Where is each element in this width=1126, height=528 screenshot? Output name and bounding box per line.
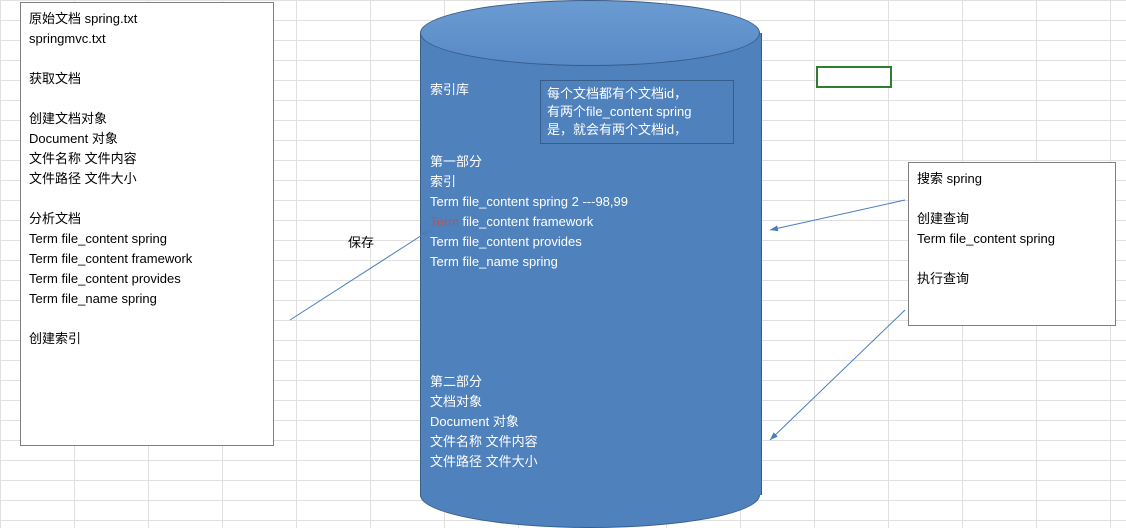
text-line: 有两个file_content spring xyxy=(547,103,727,121)
text-line: 文件名称 文件内容 xyxy=(430,432,750,452)
text-line: 分析文档 xyxy=(29,209,265,229)
cylinder-top xyxy=(420,0,760,66)
text-line: Document 对象 xyxy=(29,129,265,149)
text-line: Term file_content spring xyxy=(917,229,1107,249)
cylinder-callout-box: 每个文档都有个文档id， 有两个file_content spring 是，就会… xyxy=(540,80,734,144)
left-process-box: 原始文档 spring.txt springmvc.txt 获取文档 创建文档对… xyxy=(20,2,274,446)
term-highlight: Term xyxy=(430,214,459,229)
text-line: 第一部分 xyxy=(430,152,750,172)
text-line: 文档对象 xyxy=(430,392,750,412)
text-line: Term file_name spring xyxy=(29,289,265,309)
text-line: 获取文档 xyxy=(29,69,265,89)
save-label: 保存 xyxy=(348,232,374,251)
cylinder-content: 索引库 每个文档都有个文档id， 有两个file_content spring … xyxy=(430,80,750,472)
index-store-cylinder: 索引库 每个文档都有个文档id， 有两个file_content spring … xyxy=(420,0,760,528)
text-line: Term file_content spring 2 ---98,99 xyxy=(430,192,750,212)
text-line: 每个文档都有个文档id， xyxy=(547,85,727,103)
text-line: 创建文档对象 xyxy=(29,109,265,129)
text-line: Term file_content framework xyxy=(29,249,265,269)
text-line: Term file_content provides xyxy=(430,232,750,252)
text-line: 原始文档 spring.txt xyxy=(29,9,265,29)
text-line: 创建索引 xyxy=(29,329,265,349)
spreadsheet-selected-cell[interactable] xyxy=(816,66,892,88)
text-line: 文件路径 文件大小 xyxy=(29,169,265,189)
text-line: 创建查询 xyxy=(917,209,1107,229)
text-span: file_content framework xyxy=(459,214,593,229)
diagram-canvas: 原始文档 spring.txt springmvc.txt 获取文档 创建文档对… xyxy=(0,0,1126,528)
right-search-box: 搜索 spring 创建查询 Term file_content spring … xyxy=(908,162,1116,326)
text-line: 执行查询 xyxy=(917,269,1107,289)
text-line: 第二部分 xyxy=(430,372,750,392)
text-line: Term file_name spring xyxy=(430,252,750,272)
text-line: 搜索 spring xyxy=(917,169,1107,189)
text-line: Term file_content provides xyxy=(29,269,265,289)
text-line: 是，就会有两个文档id， xyxy=(547,121,727,139)
text-line: Term file_content framework xyxy=(430,212,750,232)
text-line: springmvc.txt xyxy=(29,29,265,49)
text-line: 索引 xyxy=(430,172,750,192)
text-line: 文件名称 文件内容 xyxy=(29,149,265,169)
text-line: 文件路径 文件大小 xyxy=(430,452,750,472)
text-line: Term file_content spring xyxy=(29,229,265,249)
text-line: Document 对象 xyxy=(430,412,750,432)
